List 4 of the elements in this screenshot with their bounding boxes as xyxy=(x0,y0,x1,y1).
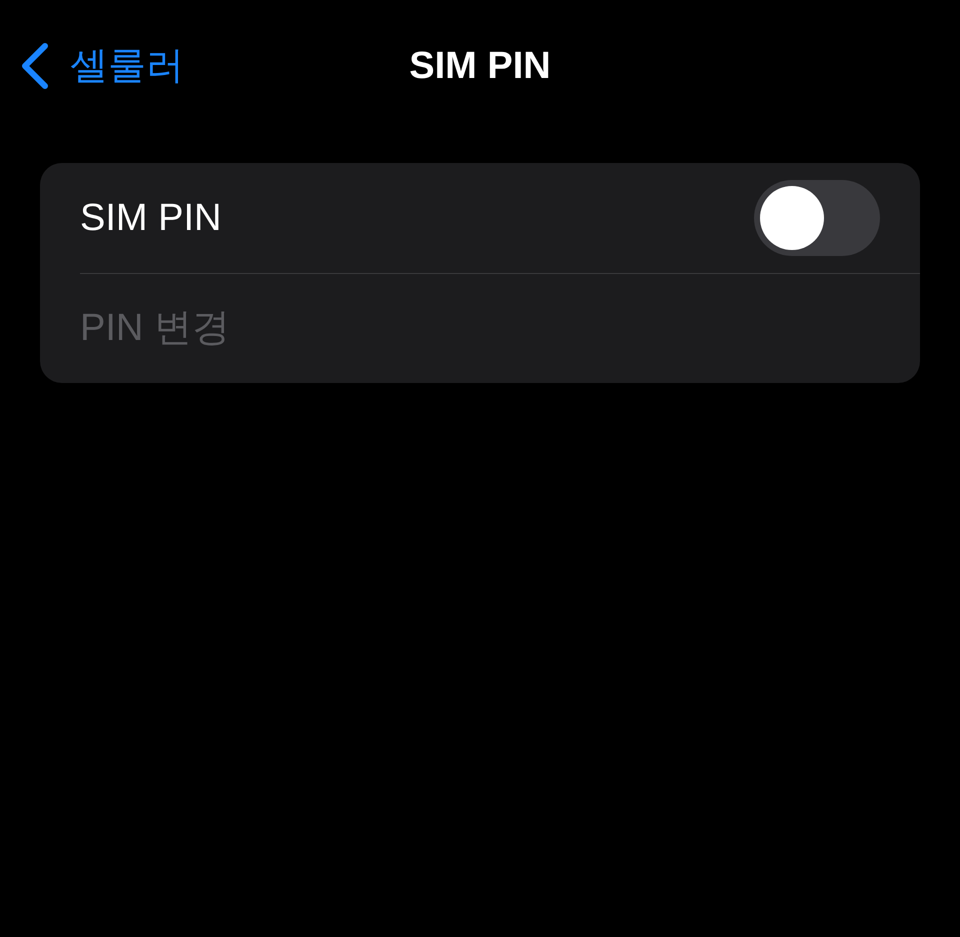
page-title: SIM PIN xyxy=(409,45,551,87)
back-button[interactable]: 셀룰러 xyxy=(20,38,184,94)
setting-label: SIM PIN xyxy=(80,196,222,240)
back-chevron-icon xyxy=(20,42,50,90)
